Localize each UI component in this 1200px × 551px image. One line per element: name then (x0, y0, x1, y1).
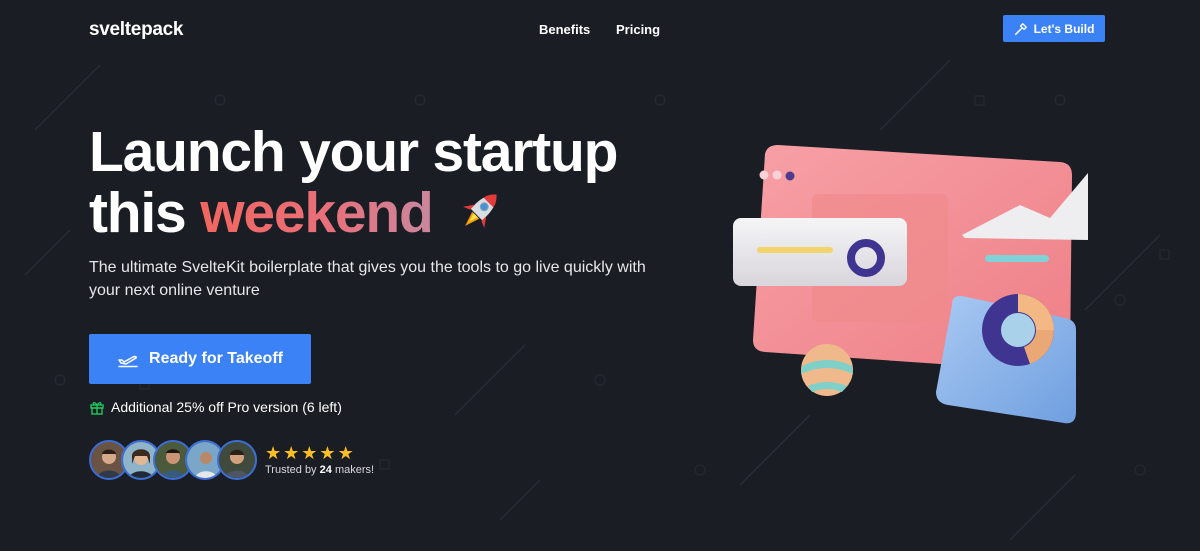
gift-icon (90, 402, 104, 415)
rocket-icon (463, 194, 497, 228)
hero-illustration (733, 145, 1088, 424)
star-icon: ★ (337, 443, 354, 463)
ready-for-takeoff-button[interactable]: Ready for Takeoff (89, 334, 311, 384)
ready-for-takeoff-label: Ready for Takeoff (149, 350, 283, 367)
offer-text: Additional 25% off Pro version (6 left) (111, 399, 342, 415)
nav-link-pricing[interactable]: Pricing (616, 22, 660, 37)
star-rating: ★ ★ ★ ★ ★ (265, 444, 374, 462)
rating: ★ ★ ★ ★ ★ Trusted by 24 makers! (265, 444, 374, 476)
nav-link-benefits[interactable]: Benefits (539, 22, 590, 37)
airplane-takeoff-icon (118, 355, 138, 368)
star-icon: ★ (265, 443, 282, 463)
star-icon: ★ (301, 443, 318, 463)
trust-prefix: Trusted by (265, 464, 317, 476)
lets-build-label: Let's Build (1033, 21, 1095, 36)
search-card (733, 218, 907, 286)
top-navbar: sveltepack Benefits Pricing Let's Build (0, 0, 1200, 58)
headline-accent-word: weekend (200, 181, 434, 245)
progress-bar-shape (985, 255, 1049, 262)
trust-suffix: makers! (334, 464, 375, 476)
social-proof: ★ ★ ★ ★ ★ Trusted by 24 makers! (89, 439, 374, 481)
trust-count: 24 (319, 464, 332, 476)
hammer-icon (1014, 22, 1027, 35)
pro-discount-offer: Additional 25% off Pro version (6 left) (89, 399, 342, 415)
lets-build-button[interactable]: Let's Build (1003, 15, 1105, 42)
headline-line-2-prefix: this (89, 181, 187, 245)
trusted-by-text: Trusted by 24 makers! (265, 464, 374, 476)
star-icon: ★ (283, 443, 300, 463)
headline-line-1: Launch your startup (89, 120, 618, 184)
hero-subtitle: The ultimate SvelteKit boilerplate that … (89, 259, 646, 299)
star-icon: ★ (319, 443, 336, 463)
hero-headline: Launch your startup this weekend (89, 120, 618, 245)
logo[interactable]: sveltepack (89, 19, 183, 41)
avatar (217, 440, 257, 480)
maker-avatars (89, 440, 257, 480)
